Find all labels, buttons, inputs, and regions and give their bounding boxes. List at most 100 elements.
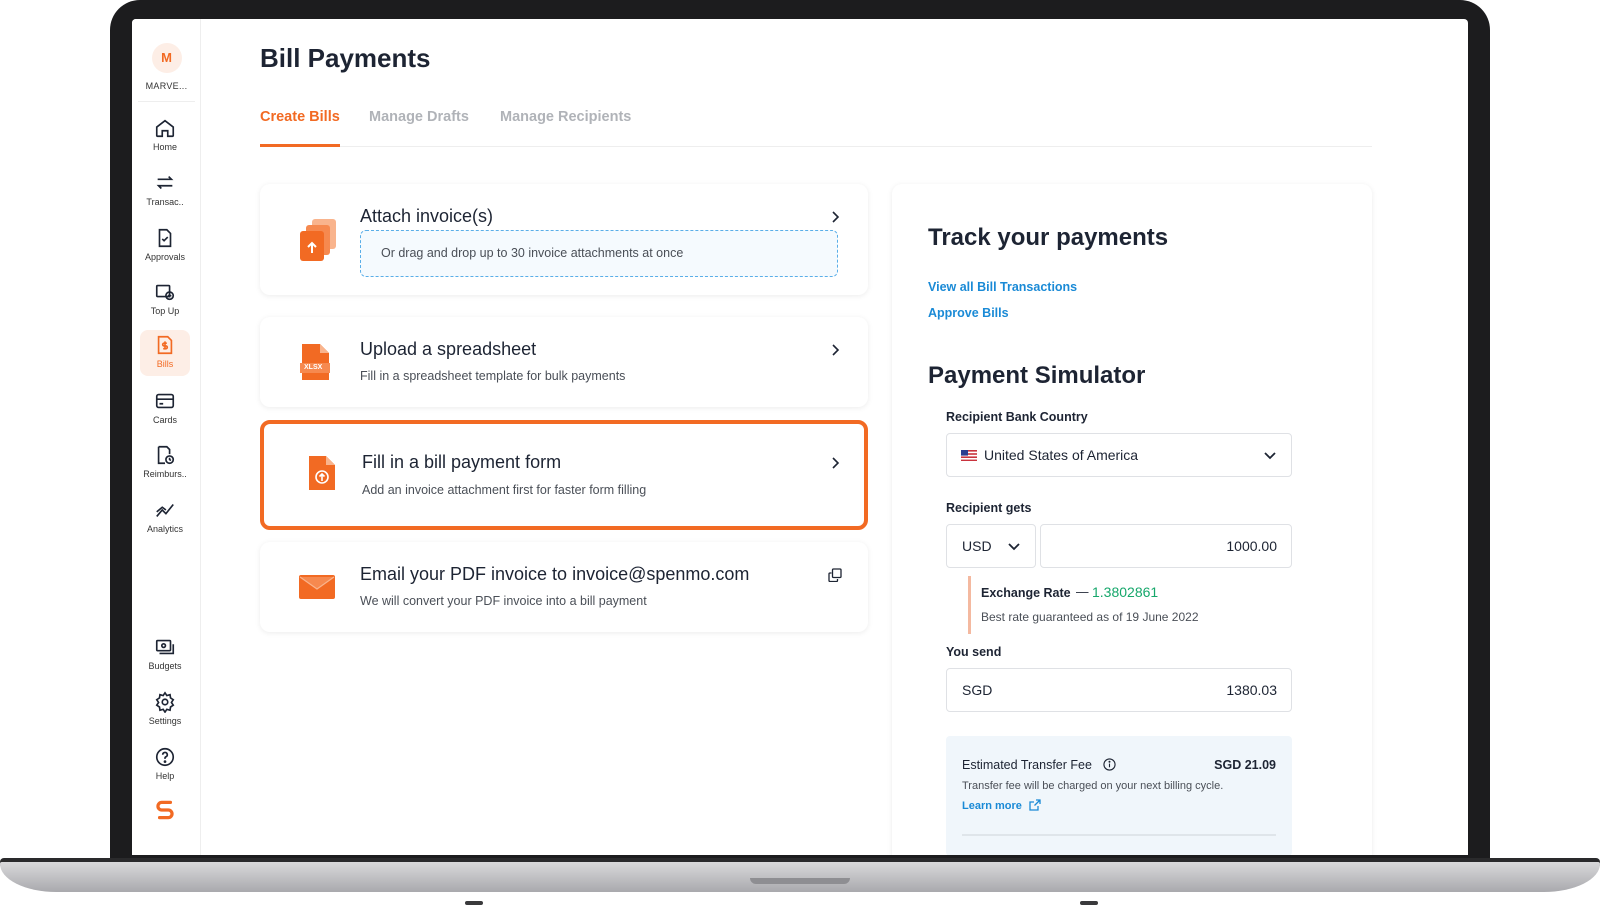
learn-more-label: Learn more [962, 800, 1022, 812]
laptop-notch [750, 878, 850, 884]
sidebar-item-settings[interactable]: Settings [140, 687, 190, 733]
xlsx-badge: XLSX [304, 364, 323, 371]
recipient-amount: 1000.00 [1226, 538, 1277, 554]
sidebar-item-help[interactable]: Help [140, 742, 190, 788]
transfer-icon [156, 175, 174, 190]
chevron-right-icon [832, 457, 840, 469]
home-icon [155, 119, 175, 138]
org-name: MARVE... [145, 81, 188, 91]
budgets-icon [155, 639, 175, 655]
exchange-rate-label: Exchange Rate [981, 586, 1071, 600]
send-amount-input[interactable]: SGD 1380.03 [946, 668, 1292, 712]
transfer-fee-label: Estimated Transfer Fee [962, 758, 1092, 772]
attach-invoice-card[interactable]: Attach invoice(s) Or drag and drop up to… [260, 184, 868, 295]
analytics-icon [156, 503, 174, 517]
sidebar-item-budgets[interactable]: Budgets [140, 632, 190, 678]
transfer-fee-value: SGD 21.09 [1214, 758, 1276, 772]
copy-icon[interactable] [828, 568, 842, 582]
card-title: Attach invoice(s) [360, 206, 494, 226]
recipient-currency-select[interactable]: USD [946, 524, 1036, 568]
sidebar: M MARVE... Home Transac.. Approvals Top … [132, 19, 201, 855]
recipient-country-select[interactable]: United States of America [946, 433, 1292, 477]
spenmo-logo-icon [156, 800, 174, 820]
track-payments-title: Track your payments [928, 224, 1169, 251]
sidebar-item-label: Top Up [150, 306, 180, 316]
recipient-amount-input[interactable]: 1000.00 [1040, 524, 1292, 568]
attach-files-icon [300, 219, 336, 261]
divider [962, 834, 1276, 836]
card-subtitle: We will convert your PDF invoice into a … [360, 594, 647, 608]
sidebar-item-bills[interactable]: Bills [140, 330, 190, 376]
chevron-right-icon [832, 211, 840, 223]
tab-manage-drafts[interactable]: Manage Drafts [369, 109, 469, 147]
exchange-rate-value: 1.3802861 [1092, 584, 1159, 600]
sidebar-item-label: Help [155, 771, 175, 781]
selected-country: United States of America [984, 447, 1139, 463]
card-title: Email your PDF invoice to invoice@spenmo… [360, 564, 750, 584]
chevron-down-icon [1264, 452, 1276, 460]
approvals-icon [158, 228, 172, 248]
sidebar-item-cards[interactable]: Cards [140, 386, 190, 432]
laptop-base [0, 862, 1600, 892]
sidebar-item-label: Approvals [144, 252, 186, 262]
gear-icon [155, 691, 175, 713]
view-bill-transactions-link[interactable]: View all Bill Transactions [928, 280, 1077, 294]
org-avatar: M [151, 43, 182, 73]
laptop-foot [1080, 901, 1098, 905]
sidebar-item-reimbursements[interactable]: Reimburs.. [140, 440, 190, 486]
sidebar-item-approvals[interactable]: Approvals [140, 223, 190, 269]
top-up-icon [155, 284, 175, 301]
xlsx-file-icon [300, 344, 330, 380]
help-icon [155, 747, 175, 767]
exchange-rate-note: Best rate guaranteed as of 19 June 2022 [981, 610, 1199, 624]
learn-more-link[interactable]: Learn more [962, 799, 1041, 812]
tab-bar: Create Bills Manage Drafts Manage Recipi… [260, 109, 1372, 147]
transfer-fee-note: Transfer fee will be charged on your nex… [962, 780, 1224, 792]
exchange-rate-info: Exchange Rate — 1.3802861 Best rate guar… [968, 576, 1268, 634]
sidebar-item-label: Reimburs.. [143, 469, 187, 479]
upload-spreadsheet-card[interactable]: XLSX Upload a spreadsheet Fill in a spre… [260, 317, 868, 407]
approve-bills-link[interactable]: Approve Bills [928, 306, 1009, 320]
chevron-right-icon [832, 344, 840, 356]
sidebar-item-label: Home [152, 142, 177, 152]
laptop-foot [465, 901, 483, 905]
sidebar-item-analytics[interactable]: Analytics [140, 495, 190, 541]
us-flag-icon [961, 450, 977, 461]
app-screen: M MARVE... Home Transac.. Approvals Top … [132, 19, 1468, 855]
you-send-label: You send [946, 645, 1002, 659]
invoice-dropzone[interactable]: Or drag and drop up to 30 invoice attach… [360, 230, 838, 277]
divider [138, 101, 195, 102]
payment-simulator-title: Payment Simulator [928, 362, 1146, 389]
sidebar-item-label: Analytics [146, 524, 183, 534]
sidebar-item-home[interactable]: Home [140, 113, 190, 159]
brand-logo [152, 797, 178, 828]
reimbursement-icon [157, 445, 175, 465]
org-switcher[interactable]: M MARVE... [132, 43, 201, 91]
sidebar-item-label: Transac.. [146, 197, 184, 207]
info-icon[interactable] [1103, 758, 1116, 771]
card-title: Upload a spreadsheet [360, 339, 537, 359]
chevron-down-icon [1008, 543, 1020, 551]
bill-payment-form-card[interactable]: Fill in a bill payment form Add an invoi… [260, 420, 868, 530]
payments-panel: Track your payments View all Bill Transa… [892, 184, 1372, 855]
recipient-gets-label: Recipient gets [946, 501, 1032, 515]
send-amount: 1380.03 [1226, 682, 1277, 698]
sidebar-item-label: Cards [152, 415, 177, 425]
tab-manage-recipients[interactable]: Manage Recipients [500, 109, 631, 147]
recipient-currency: USD [962, 538, 992, 554]
sidebar-item-label: Settings [148, 716, 182, 726]
card-title: Fill in a bill payment form [362, 452, 562, 472]
email-invoice-card[interactable]: Email your PDF invoice to invoice@spenmo… [260, 542, 868, 632]
email-envelope-icon [299, 575, 335, 599]
sidebar-item-top-up[interactable]: Top Up [140, 277, 190, 323]
tab-create-bills[interactable]: Create Bills [260, 109, 340, 147]
sidebar-item-label: Bills [156, 359, 174, 369]
transfer-fee-box: Estimated Transfer Fee SGD 21.09 Transfe… [946, 736, 1292, 855]
exchange-rate-dash: — [1076, 585, 1089, 599]
card-subtitle: Add an invoice attachment first for fast… [362, 483, 647, 497]
recipient-country-label: Recipient Bank Country [946, 410, 1088, 424]
external-link-icon [1029, 799, 1041, 811]
page-title: Bill Payments [260, 43, 431, 73]
bills-icon [157, 335, 173, 355]
sidebar-item-transactions[interactable]: Transac.. [140, 168, 190, 214]
